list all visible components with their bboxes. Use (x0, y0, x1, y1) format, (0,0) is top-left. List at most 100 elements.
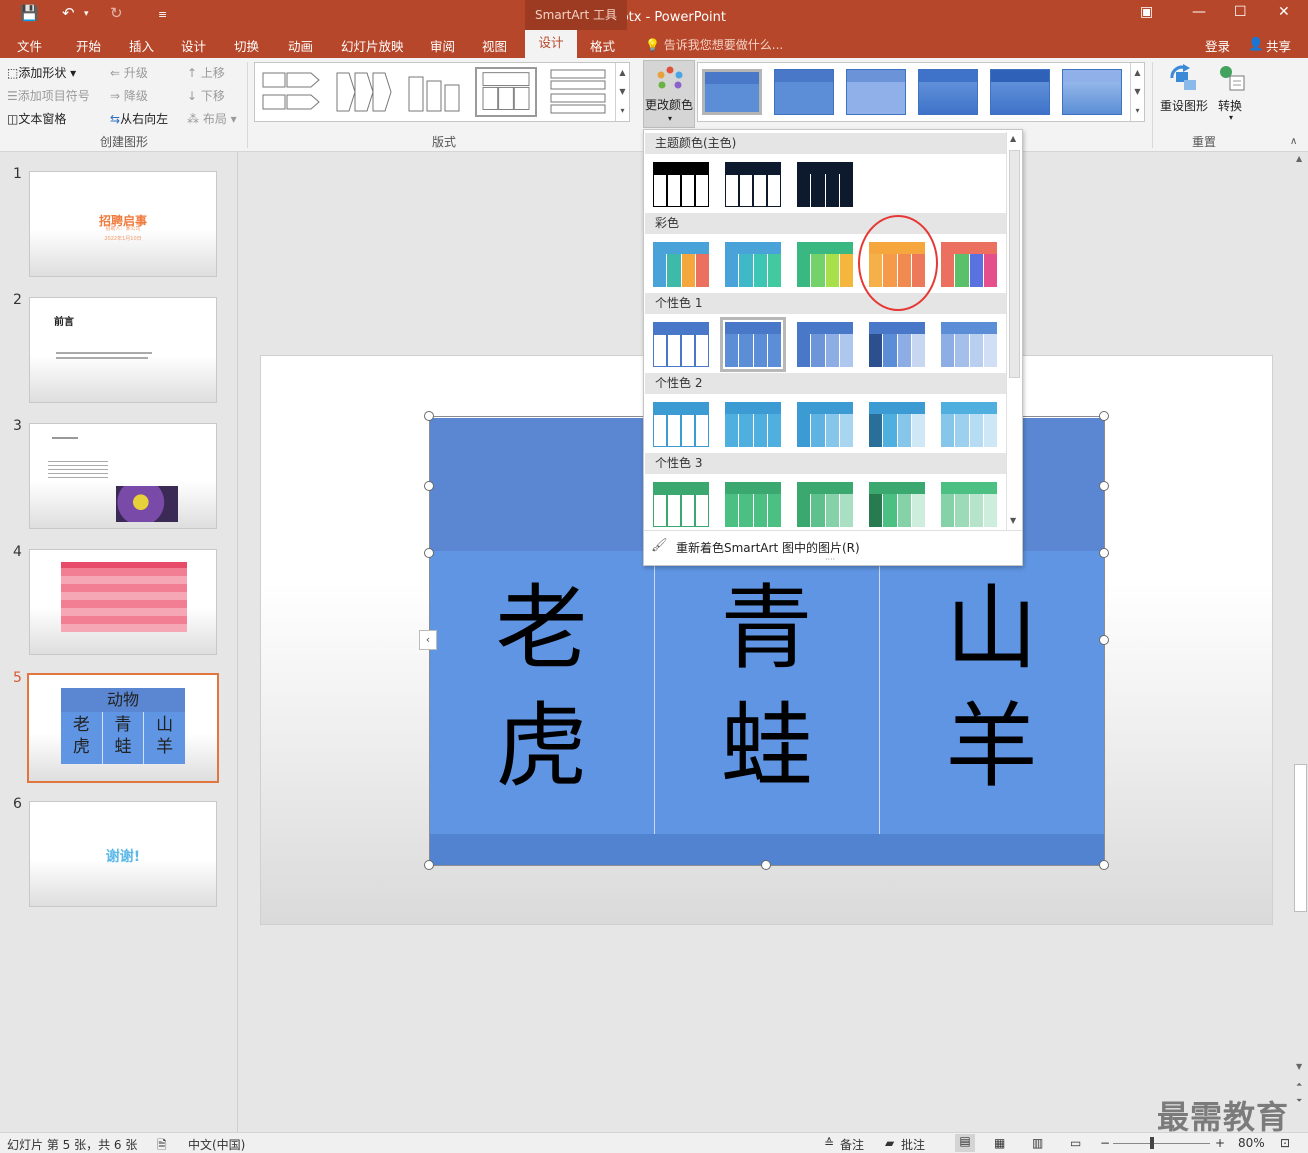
resize-grip-icon[interactable]: ···· (825, 555, 835, 564)
zoom-in-icon[interactable]: + (1215, 1136, 1225, 1150)
layout-scroll-up[interactable]: ▲ (615, 63, 629, 82)
color-swatch-accent1-1[interactable] (653, 322, 709, 367)
style-thumb-1-selected[interactable] (702, 69, 762, 115)
style-thumb-4[interactable] (918, 69, 978, 115)
color-swatch-accent3-2[interactable] (725, 482, 781, 527)
color-swatch-accent1-4[interactable] (869, 322, 925, 367)
demote-button[interactable]: ⇒ 降级 (110, 87, 148, 104)
style-thumb-2[interactable] (774, 69, 834, 115)
slide-thumbnail-5-selected[interactable]: 动物 老虎 青蛙 山羊 (27, 673, 219, 783)
add-bullet-button[interactable]: ☰添加项目符号 (7, 87, 90, 104)
resize-handle[interactable] (424, 548, 434, 558)
next-slide-icon[interactable]: ⏷ (1296, 1096, 1302, 1106)
layout-more[interactable]: ▾ (615, 101, 629, 121)
reading-view-icon[interactable]: ▥ (1032, 1136, 1043, 1150)
color-swatch-colorful-5[interactable] (941, 242, 997, 287)
tab-view[interactable]: 视图 (482, 36, 507, 55)
resize-handle[interactable] (1099, 411, 1109, 421)
slideshow-icon[interactable]: ▭ (1070, 1136, 1081, 1150)
color-swatch-colorful-3[interactable] (797, 242, 853, 287)
layout-button[interactable]: ⁂ 布局 ▾ (187, 110, 237, 127)
smartart-styles-gallery[interactable]: ▲ ▼ ▾ (697, 62, 1145, 122)
spellcheck-icon[interactable]: 🗎 (157, 1136, 167, 1153)
ribbon-display-icon[interactable]: ▣ (1140, 4, 1153, 20)
color-swatch-accent3-1[interactable] (653, 482, 709, 527)
tab-format[interactable]: 格式 (590, 36, 615, 55)
normal-view-icon[interactable]: ▤ (955, 1134, 975, 1152)
color-swatch-accent2-4[interactable] (869, 402, 925, 447)
color-swatch-accent1-3[interactable] (797, 322, 853, 367)
signin-link[interactable]: 登录 (1205, 36, 1230, 55)
close-icon[interactable]: ✕ (1278, 4, 1290, 20)
scroll-thumb[interactable] (1294, 764, 1307, 912)
tell-me-box[interactable]: 💡 告诉我您想要做什么... (645, 36, 783, 53)
collapse-ribbon-icon[interactable]: ∧ (1290, 136, 1297, 147)
color-swatch-accent2-2[interactable] (725, 402, 781, 447)
tab-transitions[interactable]: 切换 (234, 36, 259, 55)
style-thumb-5[interactable] (990, 69, 1050, 115)
promote-button[interactable]: ⇐ 升级 (110, 64, 148, 81)
resize-handle[interactable] (1099, 548, 1109, 558)
color-swatch-primary-3[interactable] (797, 162, 853, 207)
fit-to-window-icon[interactable]: ⊡ (1280, 1136, 1290, 1150)
zoom-slider-thumb[interactable] (1150, 1137, 1154, 1149)
resize-handle[interactable] (424, 411, 434, 421)
language-status[interactable]: 中文(中国) (188, 1136, 245, 1153)
color-swatch-accent2-5[interactable] (941, 402, 997, 447)
text-pane-toggle-icon[interactable]: ‹ (419, 630, 437, 650)
right-to-left-button[interactable]: ⇆从右向左 (110, 110, 168, 127)
tab-design[interactable]: 设计 (181, 36, 206, 55)
tab-file[interactable]: 文件 (17, 36, 42, 55)
tab-slideshow[interactable]: 幻灯片放映 (341, 36, 404, 55)
slide-thumbnail-3[interactable] (29, 423, 217, 529)
zoom-out-icon[interactable]: − (1100, 1136, 1110, 1150)
layout-thumb-1[interactable] (261, 67, 323, 117)
color-swatch-primary-1[interactable] (653, 162, 709, 207)
color-swatch-colorful-1[interactable] (653, 242, 709, 287)
resize-handle[interactable] (424, 860, 434, 870)
layout-thumb-5[interactable] (547, 67, 609, 117)
color-swatch-accent2-1[interactable] (653, 402, 709, 447)
tab-insert[interactable]: 插入 (129, 36, 154, 55)
tab-smartart-design[interactable]: 设计 (525, 30, 577, 58)
layout-thumb-2[interactable] (333, 67, 395, 117)
style-thumb-3[interactable] (846, 69, 906, 115)
color-swatch-accent3-4[interactable] (869, 482, 925, 527)
styles-scroll-down[interactable]: ▼ (1130, 82, 1144, 101)
scroll-down-icon[interactable]: ▼ (1010, 516, 1016, 525)
move-up-button[interactable]: ↑ 上移 (187, 64, 225, 81)
zoom-slider-track[interactable] (1113, 1143, 1210, 1144)
scroll-thumb[interactable] (1009, 150, 1020, 378)
style-thumb-6[interactable] (1062, 69, 1122, 115)
color-swatch-colorful-2[interactable] (725, 242, 781, 287)
scroll-up-icon[interactable]: ▲ (1296, 154, 1302, 163)
minimize-icon[interactable]: — (1192, 4, 1206, 20)
resize-handle[interactable] (1099, 481, 1109, 491)
share-icon[interactable]: 👤 (1248, 36, 1264, 52)
maximize-icon[interactable]: ☐ (1234, 4, 1247, 20)
slide-thumbnail-6[interactable]: 谢谢! (29, 801, 217, 907)
slide-thumbnail-4[interactable] (29, 549, 217, 655)
color-swatch-accent3-5[interactable] (941, 482, 997, 527)
comments-button[interactable]: 批注 (901, 1136, 925, 1153)
color-swatch-accent2-3[interactable] (797, 402, 853, 447)
color-swatch-accent1-2-selected[interactable] (720, 317, 786, 372)
styles-more[interactable]: ▾ (1130, 101, 1144, 121)
share-button[interactable]: 共享 (1266, 36, 1291, 55)
tab-animations[interactable]: 动画 (288, 36, 313, 55)
scroll-down-icon[interactable]: ▼ (1296, 1062, 1302, 1071)
resize-handle[interactable] (1099, 860, 1109, 870)
color-swatch-accent1-5[interactable] (941, 322, 997, 367)
slide-thumbnail-2[interactable]: 前言 (29, 297, 217, 403)
layout-scroll-down[interactable]: ▼ (615, 82, 629, 101)
styles-scroll-up[interactable]: ▲ (1130, 63, 1144, 82)
slide-thumbnail-1[interactable]: 招聘启事 招聘人：某公司 2022年1月10日 (29, 171, 217, 277)
layout-thumb-4-selected[interactable] (475, 67, 537, 117)
color-swatch-accent3-3[interactable] (797, 482, 853, 527)
zoom-level[interactable]: 80% (1238, 1136, 1265, 1150)
vertical-scrollbar[interactable]: ▲ ▼ ⏶ ⏷ (1293, 152, 1308, 1132)
tab-review[interactable]: 审阅 (430, 36, 455, 55)
scroll-up-icon[interactable]: ▲ (1010, 134, 1016, 143)
slide-sorter-icon[interactable]: ▦ (994, 1136, 1005, 1150)
recolor-pictures-menu-item[interactable]: 🖌 重新着色SmartArt 图中的图片(R) (649, 537, 1009, 557)
